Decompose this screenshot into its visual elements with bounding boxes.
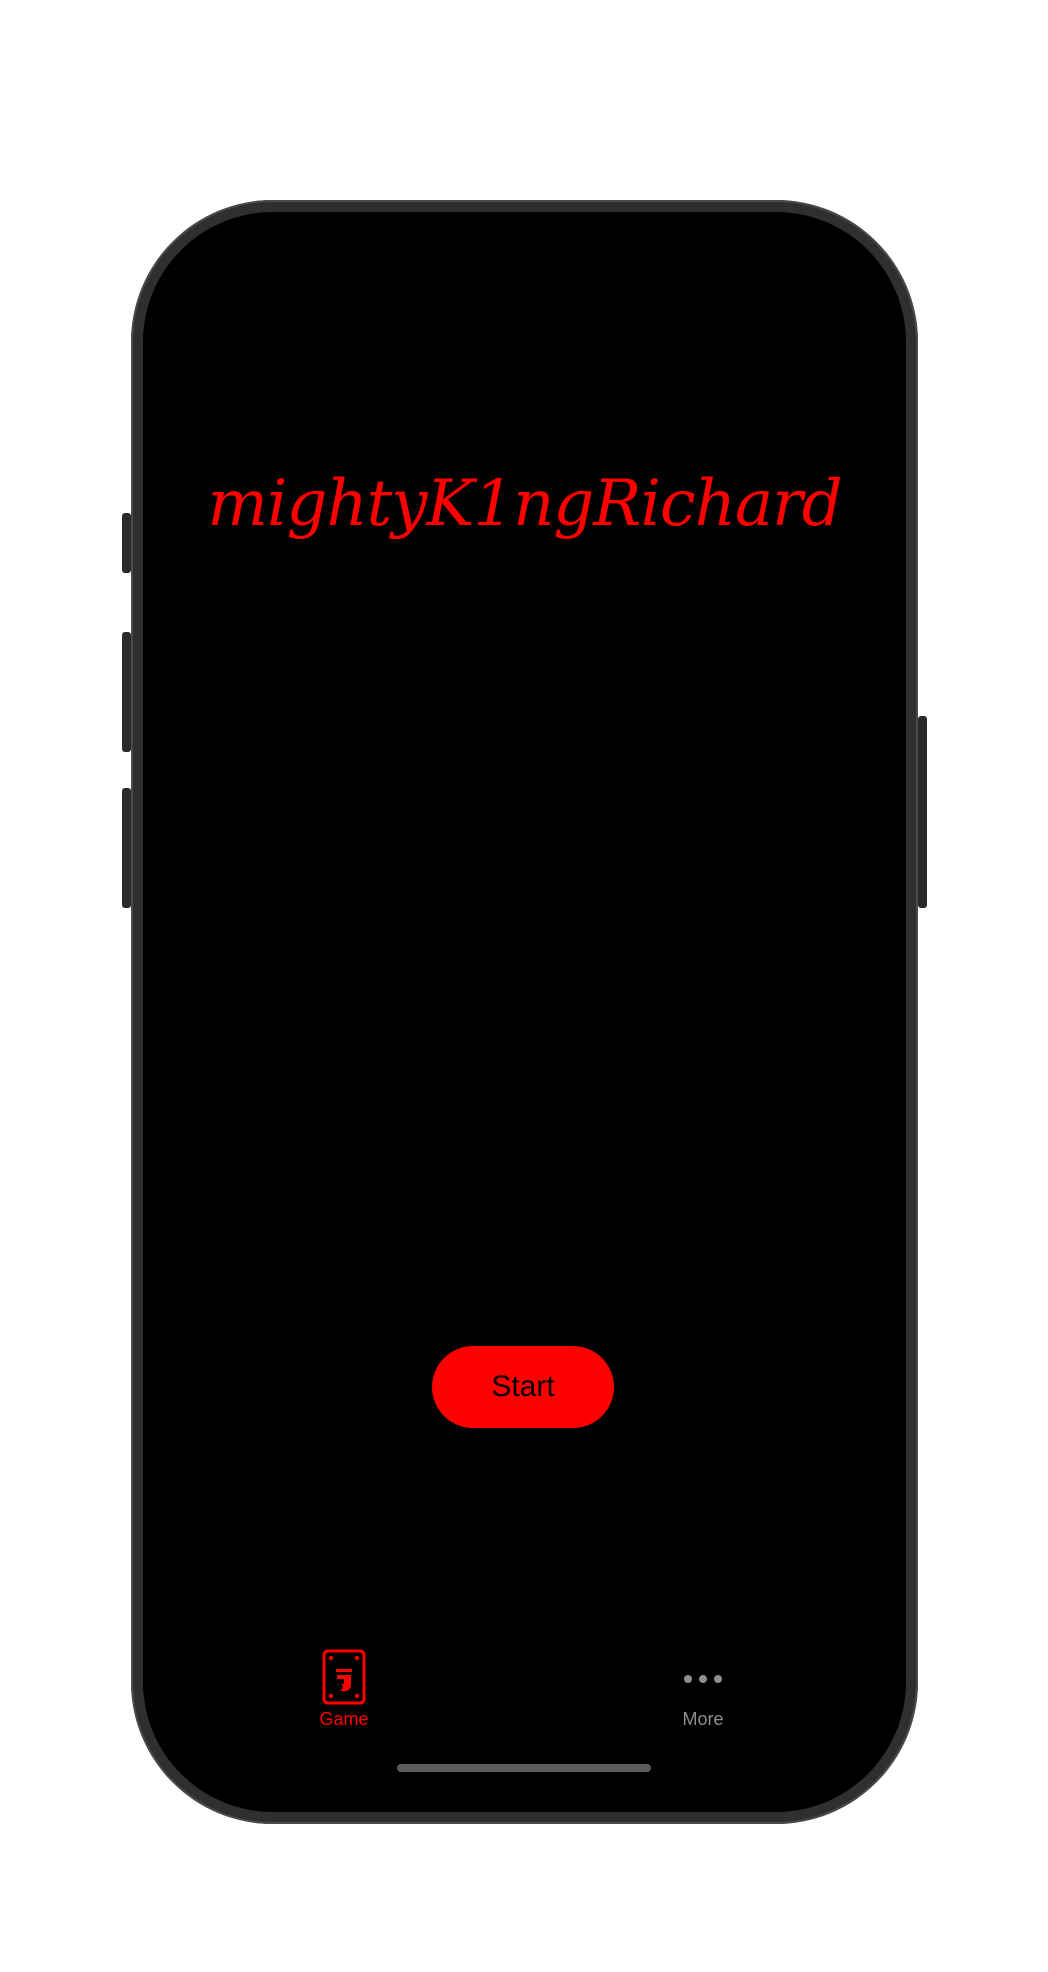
- power-button: [918, 716, 927, 908]
- home-indicator[interactable]: [397, 1764, 651, 1772]
- tab-more[interactable]: More: [633, 1649, 773, 1739]
- tab-game[interactable]: Game: [274, 1649, 414, 1739]
- more-icon: [681, 1649, 725, 1705]
- action-button: [122, 513, 131, 573]
- start-button[interactable]: Start: [432, 1346, 614, 1428]
- tab-game-label: Game: [319, 1709, 369, 1729]
- tab-more-label: More: [682, 1709, 724, 1729]
- app-title: mightyK1ngRichard: [207, 467, 842, 541]
- phone-frame: mightyK1ngRichard Start Game More: [122, 200, 927, 1824]
- volume-down-button: [122, 788, 131, 908]
- game-card-icon: [322, 1649, 366, 1705]
- app-screen: mightyK1ngRichard Start Game More: [143, 212, 906, 1812]
- volume-up-button: [122, 632, 131, 752]
